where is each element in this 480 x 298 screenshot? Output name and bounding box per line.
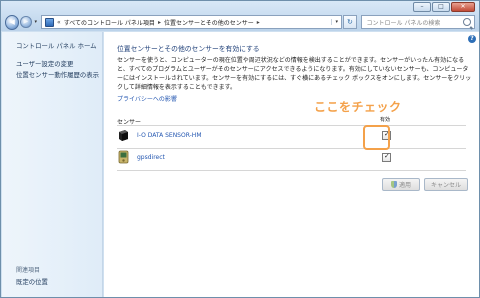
privacy-link[interactable]: プライバシーへの影響 [117, 94, 177, 103]
sidebar: コントロール パネル ホーム ユーザー設定の変更 位置センサー動作履歴の表示 関… [2, 32, 103, 297]
back-button[interactable]: ◀ [5, 14, 20, 30]
breadcrumb-separator-icon[interactable]: ▸ [257, 19, 260, 26]
navigation-bar: ◀ ▶ ▾ « すべてのコントロール パネル項目 ▸ 位置センサーとその他のセン… [5, 14, 475, 30]
window-controls: – □ ✕ [413, 2, 475, 12]
search-placeholder: コントロール パネルの検索 [366, 19, 441, 27]
annotation-highlight-box [363, 125, 390, 150]
cancel-button-label: キャンセル [430, 182, 461, 189]
recent-pages-dropdown[interactable]: ▾ [35, 19, 38, 25]
check-here-annotation: ここをチェック [314, 100, 402, 114]
page-title: 位置センサーとその他のセンサーを有効にする [117, 45, 260, 53]
forward-button[interactable]: ▶ [20, 16, 32, 28]
address-overflow[interactable]: « [57, 19, 61, 26]
sidebar-link-change-settings[interactable]: ユーザー設定の変更 [16, 59, 73, 68]
address-dropdown-icon[interactable]: ▾ [331, 19, 341, 25]
maximize-button[interactable]: □ [432, 2, 450, 12]
minimize-button[interactable]: – [413, 2, 431, 12]
search-input[interactable]: コントロール パネルの検索 [360, 15, 475, 29]
sidebar-link-sensor-history[interactable]: 位置センサー動作履歴の表示 [16, 70, 99, 79]
sidebar-link-control-panel-home[interactable]: コントロール パネル ホーム [16, 41, 97, 50]
table-row: I-O DATA SENSOR-HM [117, 127, 466, 147]
sensor-enable-checkbox[interactable] [382, 152, 391, 162]
apply-button-label: 適用 [398, 182, 411, 189]
table-divider [117, 170, 466, 171]
sidebar-see-also-title: 関連項目 [16, 267, 41, 274]
sensor-name-link[interactable]: I-O DATA SENSOR-HM [137, 132, 202, 139]
refresh-button[interactable]: ↻ [343, 15, 357, 29]
control-panel-icon [45, 17, 55, 27]
sensor-device-icon [119, 130, 128, 141]
address-bar[interactable]: « すべてのコントロール パネル項目 ▸ 位置センサーとその他のセンサー ▸ ▾ [41, 15, 343, 29]
address-end: ▾ [331, 16, 341, 28]
help-icon[interactable]: ? [468, 35, 476, 43]
cancel-button[interactable]: キャンセル [424, 178, 468, 191]
window-chrome: – □ ✕ ◀ ▶ ▾ « すべてのコントロール パネル項目 ▸ 位置センサーと… [1, 1, 479, 31]
column-header-enabled: 有効 [380, 117, 391, 123]
breadcrumb-separator-icon[interactable]: ▸ [158, 19, 161, 26]
search-icon[interactable] [463, 18, 471, 26]
breadcrumb-sensors[interactable]: 位置センサーとその他のセンサー [164, 18, 254, 27]
gps-device-icon [118, 150, 129, 164]
close-button[interactable]: ✕ [451, 2, 475, 12]
apply-button[interactable]: 適用 [382, 178, 420, 191]
page-description: センサーを使うと、コンピューターの現在位置や周辺状況などの情報を検出することがで… [117, 57, 472, 91]
sensor-name-link[interactable]: gpsdirect [137, 154, 165, 161]
control-panel-window: – □ ✕ ◀ ▶ ▾ « すべてのコントロール パネル項目 ▸ 位置センサーと… [0, 0, 480, 298]
sidebar-link-default-location[interactable]: 既定の位置 [16, 277, 48, 286]
admin-shield-icon [390, 181, 397, 188]
table-divider [117, 125, 466, 126]
table-row: gpsdirect [117, 149, 466, 169]
breadcrumb-all-items[interactable]: すべてのコントロール パネル項目 [64, 18, 155, 27]
main-content: ? 位置センサーとその他のセンサーを有効にする センサーを使うと、コンピューター… [104, 32, 479, 297]
